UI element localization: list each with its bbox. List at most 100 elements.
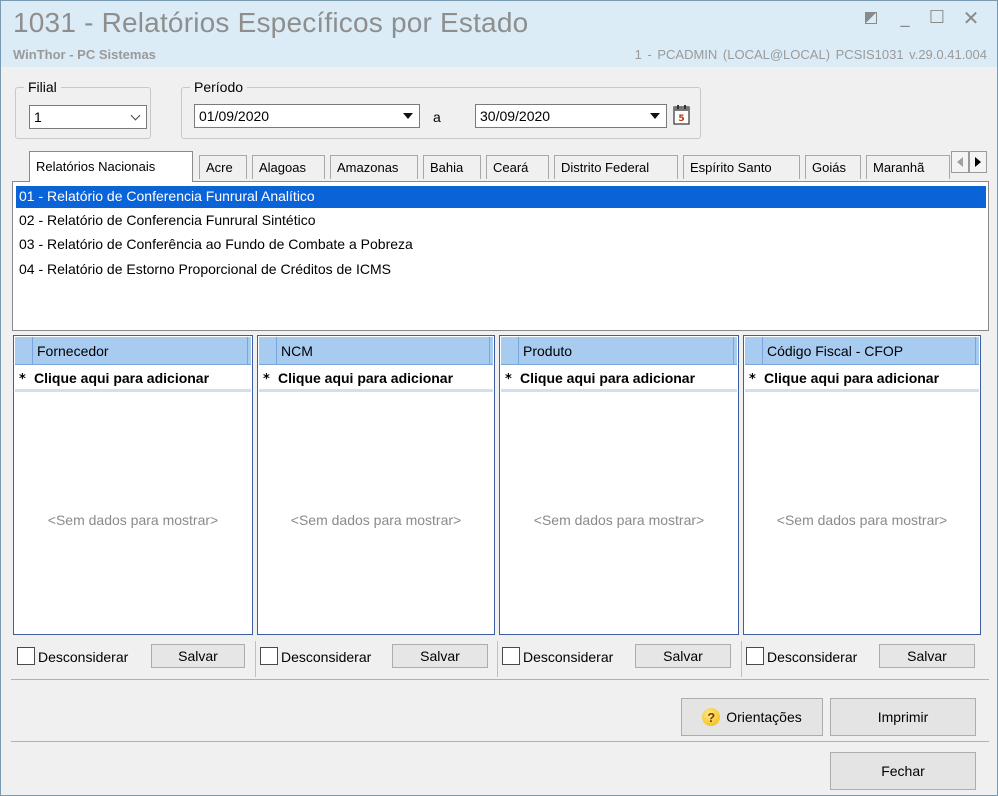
tab-amazonas[interactable]: Amazonas bbox=[330, 155, 418, 179]
close-icon[interactable]: ✕ bbox=[959, 7, 983, 29]
minimize-icon[interactable]: _ bbox=[893, 7, 917, 29]
periodo-label: Período bbox=[190, 79, 248, 95]
date-start-dropdown[interactable] bbox=[398, 106, 418, 126]
asterisk-icon: * bbox=[19, 372, 26, 387]
svg-text:5: 5 bbox=[678, 114, 684, 124]
tab-bahia[interactable]: Bahia bbox=[423, 155, 481, 179]
add-row-label: Clique aqui para adicionar bbox=[278, 370, 454, 386]
date-end-picker[interactable]: 30/09/2020 bbox=[475, 104, 667, 128]
filial-label: Filial bbox=[24, 79, 61, 95]
desconsiderar-label[interactable]: Desconsiderar bbox=[38, 649, 128, 665]
close-button[interactable]: Fechar bbox=[830, 752, 976, 790]
maximize-icon[interactable]: ☐ bbox=[925, 7, 949, 29]
date-end-value: 30/09/2020 bbox=[480, 108, 551, 124]
calendar-icon[interactable]: 5 bbox=[671, 104, 693, 126]
add-row[interactable]: * Clique aqui para adicionar bbox=[745, 366, 979, 392]
tab-ceara[interactable]: Ceará bbox=[486, 155, 549, 179]
tab-alagoas[interactable]: Alagoas bbox=[252, 155, 325, 179]
grid-header: Fornecedor bbox=[15, 337, 251, 365]
session-info: 1 - PCADMIN (LOCAL@LOCAL) PCSIS1031 v.29… bbox=[634, 47, 987, 62]
orientacoes-button[interactable]: ? Orientações bbox=[681, 698, 823, 736]
asterisk-icon: * bbox=[263, 372, 270, 387]
tab-acre[interactable]: Acre bbox=[199, 155, 247, 179]
add-row[interactable]: * Clique aqui para adicionar bbox=[15, 366, 251, 392]
add-row-label: Clique aqui para adicionar bbox=[34, 370, 210, 386]
print-label: Imprimir bbox=[877, 709, 929, 725]
date-start-picker[interactable]: 01/09/2020 bbox=[194, 104, 420, 128]
divider bbox=[741, 641, 742, 677]
save-button[interactable]: Salvar bbox=[879, 644, 975, 668]
app-subtitle: WinThor - PC Sistemas bbox=[13, 47, 156, 62]
list-item[interactable]: 03 - Relatório de Conferência ao Fundo d… bbox=[16, 234, 986, 256]
arrow-right-icon bbox=[975, 157, 981, 167]
tab-label: Espírito Santo bbox=[690, 160, 772, 175]
list-item[interactable]: 04 - Relatório de Estorno Proporcional d… bbox=[16, 259, 986, 281]
tab-label: Acre bbox=[206, 160, 233, 175]
tab-relatorios-nacionais[interactable]: Relatórios Nacionais bbox=[29, 151, 193, 182]
tab-scroll-right-button[interactable] bbox=[969, 151, 987, 173]
orientacoes-label: Orientações bbox=[726, 709, 802, 725]
divider bbox=[11, 741, 989, 742]
tab-scroll-left-button[interactable] bbox=[951, 151, 969, 173]
produto-grid[interactable]: Produto * Clique aqui para adicionar <Sem… bbox=[499, 335, 739, 635]
divider bbox=[255, 641, 256, 677]
date-separator: a bbox=[433, 109, 441, 125]
print-button[interactable]: Imprimir bbox=[830, 698, 976, 736]
divider bbox=[497, 641, 498, 677]
restore-window-icon[interactable] bbox=[859, 7, 883, 29]
tab-label: Bahia bbox=[430, 160, 464, 175]
grid-header-label: Código Fiscal - CFOP bbox=[767, 343, 904, 359]
tab-label: Alagoas bbox=[259, 160, 306, 175]
desconsiderar-checkbox[interactable] bbox=[746, 647, 764, 665]
tab-label: Maranhã bbox=[873, 160, 925, 175]
list-item[interactable]: 02 - Relatório de Conferencia Funrural S… bbox=[16, 210, 986, 232]
divider bbox=[11, 679, 989, 680]
tab-maranhao[interactable]: Maranhã bbox=[866, 155, 950, 179]
grid-header: Código Fiscal - CFOP bbox=[745, 337, 979, 365]
tab-goias[interactable]: Goiás bbox=[805, 155, 861, 179]
app-window: 1031 - Relatórios Específicos por Estado… bbox=[0, 0, 998, 796]
tab-label: Relatórios Nacionais bbox=[36, 159, 156, 174]
filial-dropdown-button[interactable] bbox=[125, 107, 145, 127]
desconsiderar-checkbox[interactable] bbox=[260, 647, 278, 665]
date-end-dropdown[interactable] bbox=[645, 106, 665, 126]
ncm-grid[interactable]: NCM * Clique aqui para adicionar <Sem dad… bbox=[257, 335, 495, 635]
grid-header: NCM bbox=[259, 337, 493, 365]
add-row[interactable]: * Clique aqui para adicionar bbox=[259, 366, 493, 392]
save-button[interactable]: Salvar bbox=[635, 644, 731, 668]
report-list[interactable]: 01 - Relatório de Conferencia Funrural A… bbox=[12, 181, 989, 331]
grid-header-label: Produto bbox=[523, 343, 573, 359]
list-item[interactable]: 01 - Relatório de Conferencia Funrural A… bbox=[16, 186, 986, 208]
desconsiderar-label[interactable]: Desconsiderar bbox=[281, 649, 371, 665]
arrow-left-icon bbox=[957, 157, 963, 167]
grid-header: Produto bbox=[501, 337, 737, 365]
dropdown-arrow-icon bbox=[650, 113, 660, 119]
add-row-label: Clique aqui para adicionar bbox=[764, 370, 940, 386]
title-bar[interactable]: 1031 - Relatórios Específicos por Estado… bbox=[1, 1, 997, 67]
tab-label: Ceará bbox=[493, 160, 529, 175]
save-button[interactable]: Salvar bbox=[392, 644, 488, 668]
fornecedor-grid[interactable]: Fornecedor * Clique aqui para adicionar <… bbox=[13, 335, 253, 635]
dropdown-arrow-icon bbox=[403, 113, 413, 119]
empty-message: <Sem dados para mostrar> bbox=[290, 512, 462, 528]
add-row-label: Clique aqui para adicionar bbox=[520, 370, 696, 386]
empty-message: <Sem dados para mostrar> bbox=[47, 512, 219, 528]
empty-message: <Sem dados para mostrar> bbox=[776, 512, 948, 528]
desconsiderar-label[interactable]: Desconsiderar bbox=[767, 649, 857, 665]
grid-header-label: Fornecedor bbox=[37, 343, 109, 359]
desconsiderar-checkbox[interactable] bbox=[502, 647, 520, 665]
window-title: 1031 - Relatórios Específicos por Estado bbox=[13, 7, 529, 38]
tab-espirito-santo[interactable]: Espírito Santo bbox=[683, 155, 800, 179]
cfop-grid[interactable]: Código Fiscal - CFOP * Clique aqui para a… bbox=[743, 335, 981, 635]
empty-message: <Sem dados para mostrar> bbox=[533, 512, 705, 528]
desconsiderar-label[interactable]: Desconsiderar bbox=[523, 649, 613, 665]
filial-select[interactable]: 1 bbox=[29, 105, 147, 129]
save-button[interactable]: Salvar bbox=[151, 644, 245, 668]
tab-distrito-federal[interactable]: Distrito Federal bbox=[554, 155, 678, 179]
add-row[interactable]: * Clique aqui para adicionar bbox=[501, 366, 737, 392]
close-label: Fechar bbox=[881, 763, 925, 779]
state-tabs: Relatórios Nacionais Acre Alagoas Amazon… bbox=[11, 151, 989, 182]
chevron-down-icon bbox=[130, 110, 140, 121]
desconsiderar-checkbox[interactable] bbox=[17, 647, 35, 665]
tab-label: Goiás bbox=[812, 160, 846, 175]
